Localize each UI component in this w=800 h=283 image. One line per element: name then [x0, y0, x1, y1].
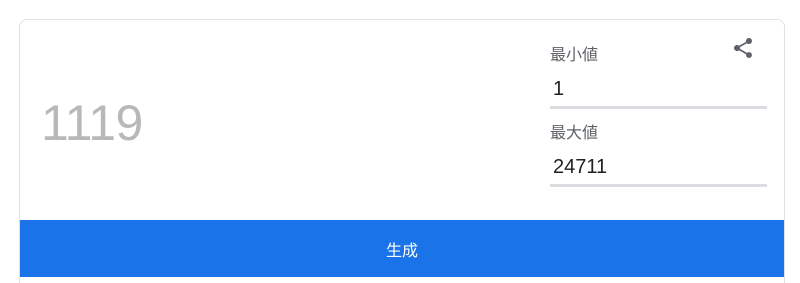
- generate-button[interactable]: 生成: [20, 220, 784, 277]
- min-value-input[interactable]: [550, 76, 767, 109]
- min-value-field: 最小値: [550, 46, 767, 109]
- max-value-field: 最大値: [550, 124, 767, 187]
- max-value-label: 最大値: [550, 125, 599, 142]
- random-number-generator-card: 1119 最小値 最大値 生成: [19, 19, 785, 283]
- max-value-input[interactable]: [550, 154, 767, 187]
- min-value-label: 最小値: [550, 47, 599, 64]
- generated-number: 1119: [41, 95, 143, 151]
